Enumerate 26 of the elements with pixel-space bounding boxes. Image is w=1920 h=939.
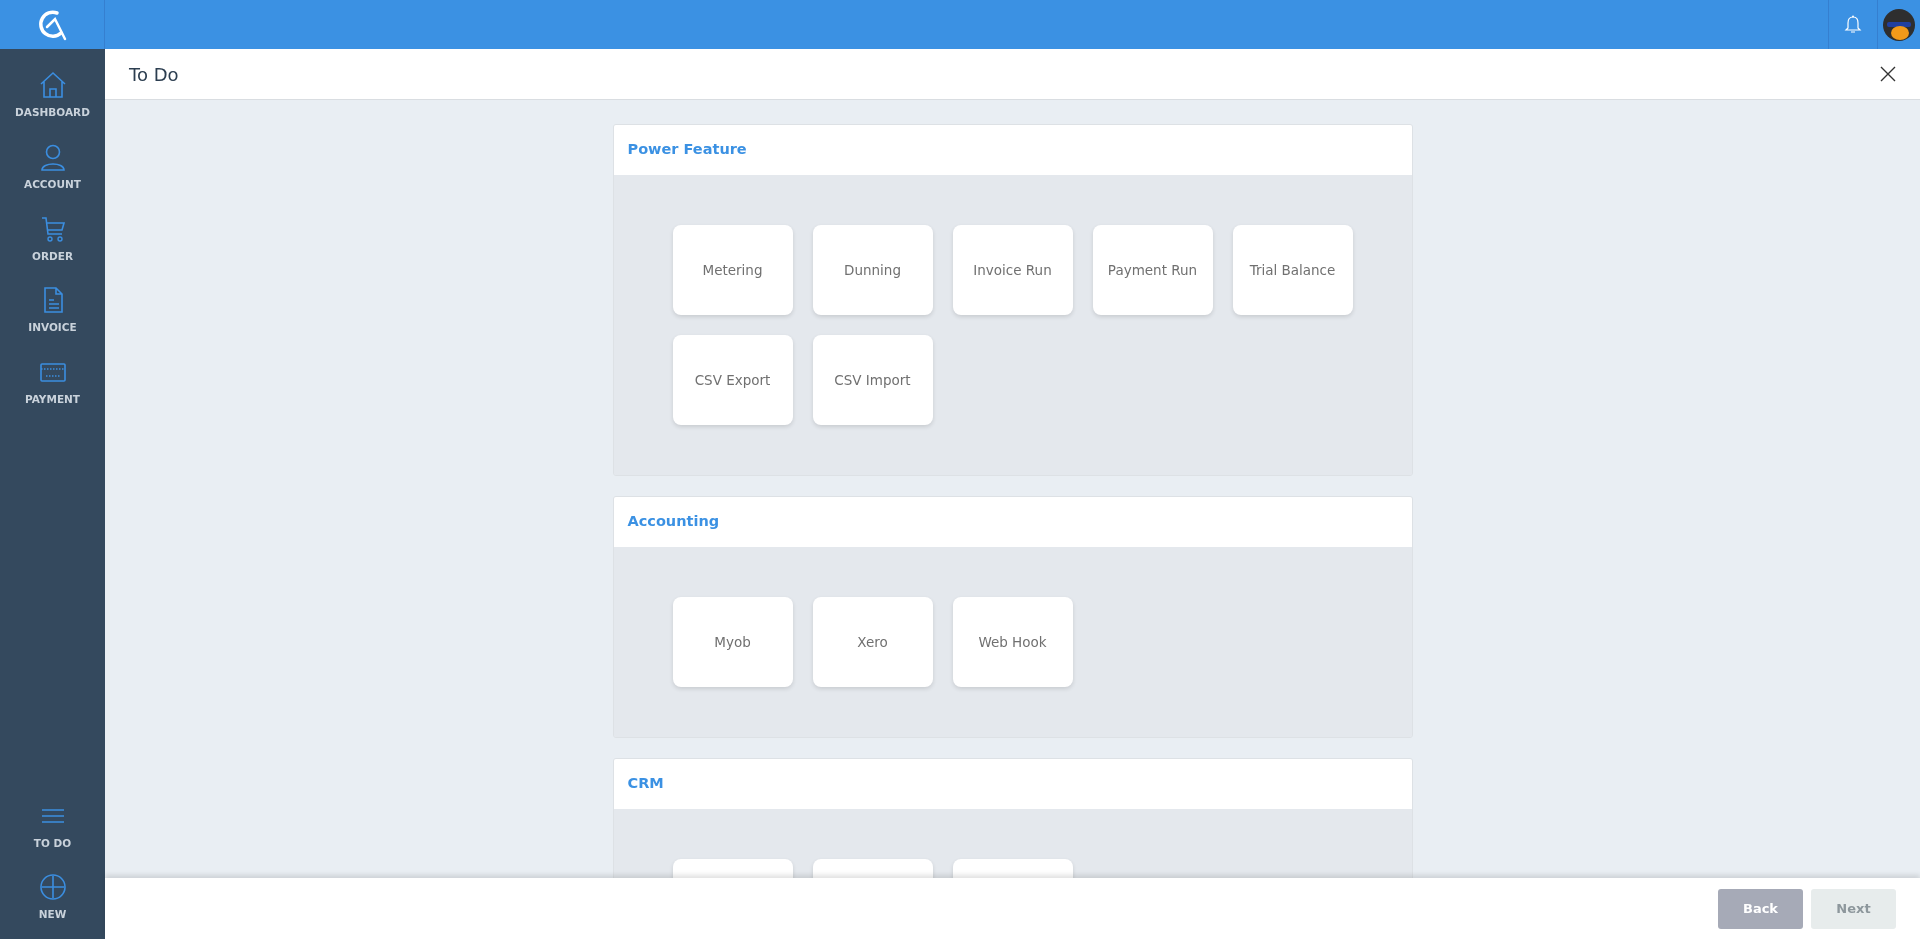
feature-tile[interactable]: CSV Export [672,335,793,425]
feature-tile[interactable]: Web Hook [952,597,1073,687]
sidebar-item[interactable]: ACCOUNT [0,141,105,193]
sidebar-item[interactable]: NEW [0,872,105,923]
sidebar-item[interactable]: PAYMENT [0,357,105,408]
section-header: Power Feature [613,125,1412,175]
section-header: Accounting [613,497,1412,547]
feature-tile[interactable]: Payment Run [1092,225,1213,315]
feature-tile[interactable]: Xero [812,597,933,687]
feature-tile[interactable]: Invoice Run [952,225,1073,315]
logo-icon[interactable] [37,8,67,41]
page-title: To Do [129,62,179,87]
add-icon [37,872,68,903]
feature-tile[interactable]: Metering [672,225,793,315]
sidebar-item[interactable]: DASHBOARD [0,70,105,121]
section-header: CRM [613,759,1412,809]
sidebar-item[interactable]: INVOICE [0,285,105,336]
notification-bell-icon[interactable] [1844,14,1862,35]
close-icon[interactable] [1880,66,1896,82]
sidebar-item[interactable]: TO DO [0,800,105,852]
feature-tile[interactable]: Dunning [812,225,933,315]
feature-tile[interactable]: CSV Import [812,335,933,425]
feature-tile[interactable]: Trial Balance [1232,225,1353,315]
sidebar-item[interactable]: ORDER [0,213,105,265]
feature-tile[interactable]: Myob [672,597,793,687]
avatar-icon[interactable] [1882,7,1916,42]
